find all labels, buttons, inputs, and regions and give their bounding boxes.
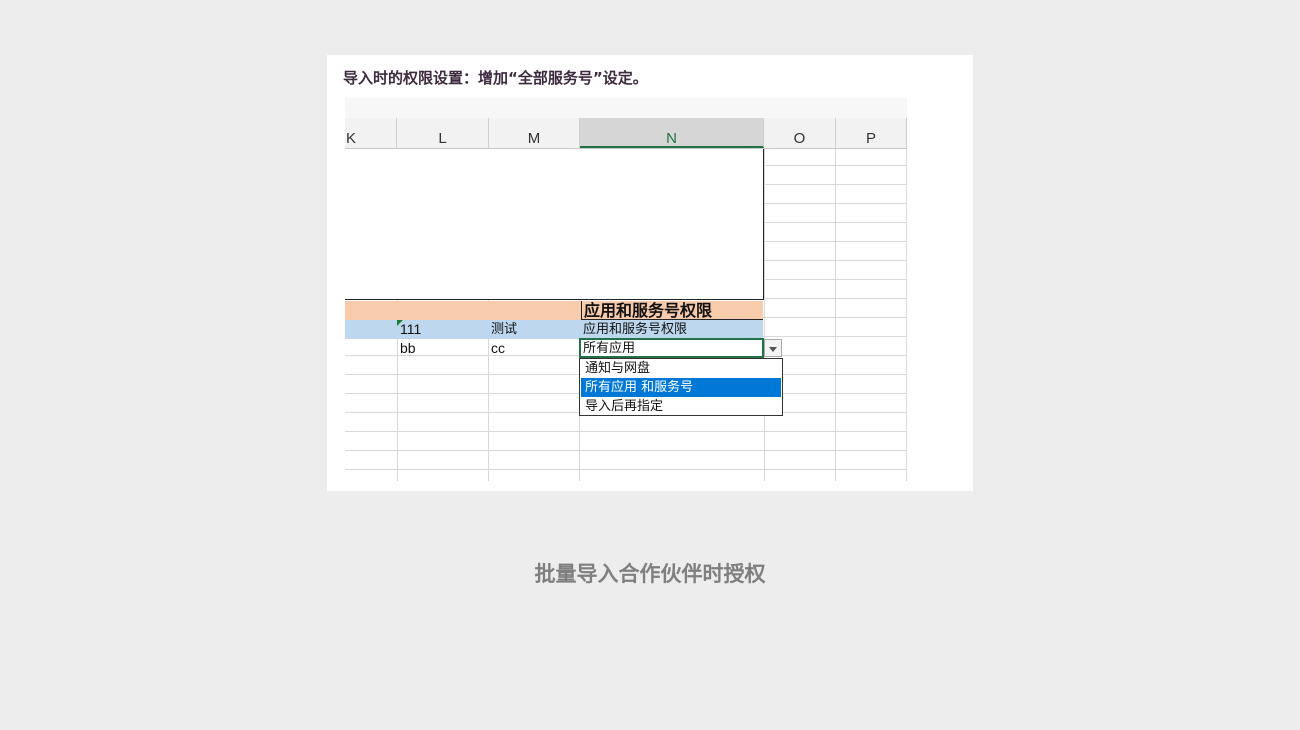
column-headers: K L M N O P [345,118,907,149]
dropdown-option[interactable]: 通知与网盘 [581,359,781,378]
dropdown-arrow-icon[interactable] [764,339,782,357]
active-cell-n[interactable]: 所有应用 [579,338,764,358]
permission-header-cell[interactable]: 应用和服务号权限 [581,301,763,320]
instruction-heading: 导入时的权限设置：增加“全部服务号”设定。 [343,69,648,87]
column-header-l[interactable]: L [397,118,489,148]
cell-l-row1[interactable]: 111 [400,320,421,339]
spreadsheet: K L M N O P 应用和服务号权限 111 测试 应用和服务号权限 bb … [345,98,907,481]
column-header-k[interactable]: K [345,118,397,148]
header-row: 应用和服务号权限 [345,301,763,320]
column-header-o[interactable]: O [764,118,836,148]
cell-m-row2[interactable]: cc [491,339,505,358]
validation-dropdown-list: 通知与网盘 所有应用 和服务号 导入后再指定 [579,358,783,416]
cell-n-row1[interactable]: 应用和服务号权限 [583,320,687,339]
merged-blank-area [345,149,764,300]
grid-line [764,149,765,481]
grid-line [906,149,907,481]
active-cell-value: 所有应用 [583,341,636,356]
column-header-m[interactable]: M [489,118,580,148]
slide-caption: 批量导入合作伙伴时授权 [534,562,766,586]
grid-line [835,149,836,481]
column-header-p[interactable]: P [836,118,907,148]
cell-l-row2[interactable]: bb [400,339,416,358]
cell-m-row1[interactable]: 测试 [491,320,517,339]
dropdown-option[interactable]: 导入后再指定 [581,397,781,416]
dropdown-option-highlighted[interactable]: 所有应用 和服务号 [581,378,781,397]
column-header-n[interactable]: N [580,118,764,148]
formula-bar-strip [345,98,907,118]
